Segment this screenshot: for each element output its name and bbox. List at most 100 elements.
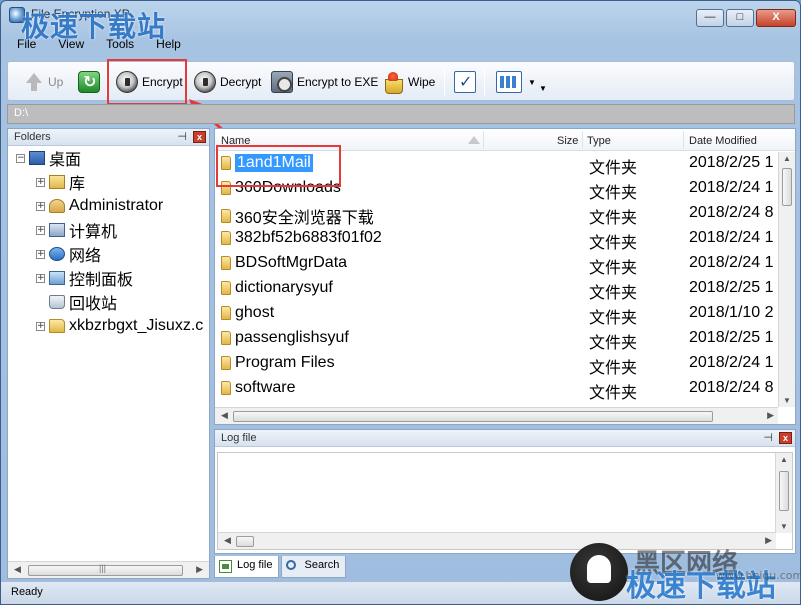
log-file-icon (219, 560, 232, 573)
file-name: 382bf52b6883f01f02 (235, 229, 382, 246)
column-type[interactable]: Type (587, 135, 611, 147)
maximize-button[interactable]: □ (726, 9, 754, 27)
wipe-button[interactable]: Wipe (382, 68, 435, 96)
scroll-right-icon[interactable]: ▶ (767, 410, 774, 421)
menu-help[interactable]: Help (154, 37, 183, 51)
view-mode-button[interactable]: ▼ (496, 68, 536, 96)
table-row[interactable]: 382bf52b6883f01f02 文件夹 2018/2/24 1 (215, 227, 775, 252)
tree-item[interactable]: + 库 (36, 171, 85, 193)
tree-expander-icon[interactable]: + (36, 249, 45, 259)
computer-icon (49, 223, 65, 237)
folders-hscroll[interactable]: ◀ ▶ (8, 561, 209, 578)
check-button[interactable] (454, 68, 476, 96)
tab-search[interactable]: Search (281, 556, 347, 578)
scroll-right-icon[interactable]: ▶ (765, 535, 772, 546)
scroll-left-icon[interactable]: ◀ (14, 564, 21, 575)
status-bar: Ready (1, 581, 800, 604)
file-date-modified: 2018/2/24 1 (689, 229, 774, 246)
table-row[interactable]: ghost 文件夹 2018/1/10 2 (215, 302, 775, 327)
tree-expander-icon[interactable]: + (36, 177, 45, 187)
path-bar[interactable]: D:\ (7, 104, 795, 124)
file-type: 文件夹 (589, 235, 638, 252)
decrypt-button[interactable]: Decrypt (194, 68, 261, 96)
tree-expander-icon[interactable]: + (36, 201, 45, 211)
tree-item[interactable]: + 计算机 (36, 219, 117, 241)
pin-icon[interactable]: ⊣ (763, 431, 773, 444)
scroll-up-icon[interactable]: ▲ (780, 455, 788, 464)
scroll-down-icon[interactable]: ▼ (780, 522, 788, 531)
scroll-thumb[interactable] (28, 563, 183, 576)
file-type: 文件夹 (589, 335, 638, 352)
table-row[interactable]: dictionarysyuf 文件夹 2018/2/25 1 (215, 277, 775, 302)
scroll-thumb[interactable] (236, 536, 254, 547)
table-row[interactable]: 1and1Mail 文件夹 2018/2/25 1 (215, 152, 775, 177)
log-panel: Log file ⊣ x ▲ ▼ ◀ ▶ (214, 429, 796, 554)
table-row[interactable]: software 文件夹 2018/2/24 8 (215, 377, 775, 402)
library-icon (49, 175, 65, 189)
close-button[interactable]: X (756, 9, 796, 27)
table-row[interactable]: passenglishsyuf 文件夹 2018/2/25 1 (215, 327, 775, 352)
encrypt-to-exe-button[interactable]: Encrypt to EXE (271, 68, 378, 96)
table-row[interactable]: 360安全浏览器下载 文件夹 2018/2/24 8 (215, 202, 775, 227)
up-button[interactable]: Up (22, 68, 63, 96)
file-name-cell: 360Downloads (221, 179, 341, 197)
tree-item[interactable]: 回收站 (36, 291, 117, 313)
tab-log-file[interactable]: Log file (214, 556, 280, 578)
tree-item-label: 桌面 (49, 152, 82, 169)
scroll-thumb[interactable] (779, 471, 789, 511)
tree-item[interactable]: − 桌面 (16, 147, 81, 169)
toolbar-overflow-icon[interactable]: ▼ (539, 84, 547, 93)
log-hscroll[interactable]: ◀ ▶ (218, 532, 776, 549)
column-name[interactable]: Name (221, 135, 250, 147)
close-panel-button[interactable]: x (779, 432, 792, 444)
log-panel-header: Log file ⊣ x (215, 430, 795, 447)
tree-item[interactable]: + Administrator (36, 195, 163, 217)
scroll-left-icon[interactable]: ◀ (224, 535, 231, 546)
encrypt-button[interactable]: Encrypt (116, 68, 183, 96)
tree-expander-icon[interactable]: + (36, 273, 45, 283)
minimize-button[interactable]: — (696, 9, 724, 27)
refresh-button[interactable] (78, 68, 100, 96)
tree-item[interactable]: + xkbzrbgxt_Jisuxz.c (36, 315, 203, 337)
folder-icon (221, 209, 231, 223)
tree-item[interactable]: + 控制面板 (36, 267, 133, 289)
scroll-left-icon[interactable]: ◀ (221, 410, 228, 421)
file-type: 文件夹 (589, 210, 638, 227)
file-date-modified: 2018/2/25 1 (689, 154, 774, 171)
file-name-cell: BDSoftMgrData (221, 254, 347, 272)
scroll-up-icon[interactable]: ▲ (783, 154, 791, 163)
tree-item[interactable]: + 网络 (36, 243, 101, 265)
lock-icon (116, 71, 138, 93)
scroll-thumb[interactable] (782, 168, 792, 206)
toolbar-separator (484, 68, 485, 96)
tree-expander-icon[interactable]: − (16, 153, 25, 163)
table-row[interactable]: BDSoftMgrData 文件夹 2018/2/24 1 (215, 252, 775, 277)
log-vscroll[interactable]: ▲ ▼ (775, 453, 792, 533)
column-size[interactable]: Size (557, 135, 578, 147)
column-date-modified[interactable]: Date Modified (689, 135, 757, 147)
file-list-vscroll[interactable]: ▲ ▼ (778, 152, 795, 407)
menu-file[interactable]: File (15, 37, 38, 51)
log-text-area[interactable]: ▲ ▼ ◀ ▶ (217, 452, 793, 550)
close-panel-button[interactable]: x (193, 131, 206, 143)
scroll-down-icon[interactable]: ▼ (783, 396, 791, 405)
menu-tools[interactable]: Tools (104, 37, 136, 51)
tree-expander-icon[interactable]: + (36, 321, 45, 331)
file-list-hscroll[interactable]: ◀ ▶ (215, 407, 778, 424)
pin-icon[interactable]: ⊣ (177, 130, 187, 143)
file-type: 文件夹 (589, 185, 638, 202)
menu-view[interactable]: View (56, 37, 86, 51)
folders-panel: Folders ⊣ x − 桌面 + 库 + Administrator + 计算机 + 网络 + 控… (7, 128, 210, 579)
tree-expander-icon[interactable]: + (36, 225, 45, 235)
column-divider (483, 131, 484, 149)
file-date-modified: 2018/2/24 1 (689, 354, 774, 371)
scroll-thumb[interactable] (233, 411, 713, 422)
tree-item-label: xkbzrbgxt_Jisuxz.c (69, 317, 204, 334)
file-type: 文件夹 (589, 260, 638, 277)
scroll-right-icon[interactable]: ▶ (196, 564, 203, 575)
table-row[interactable]: 360Downloads 文件夹 2018/2/24 1 (215, 177, 775, 202)
file-rows: 1and1Mail 文件夹 2018/2/25 1 360Downloads 文件夹 20… (215, 152, 775, 407)
table-row[interactable]: Program Files 文件夹 2018/2/24 1 (215, 352, 775, 377)
file-name: 360安全浏览器下载 (235, 210, 374, 227)
file-name-cell: software (221, 379, 295, 397)
